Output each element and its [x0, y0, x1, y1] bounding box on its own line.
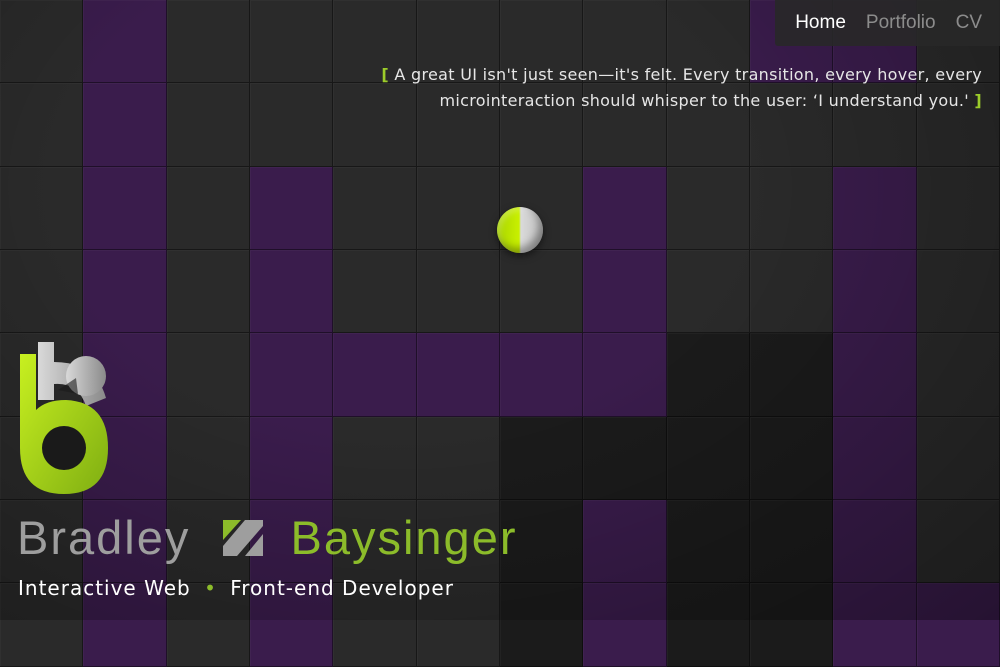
- grid-tile: [916, 499, 1000, 584]
- slash-divider-icon: [223, 520, 264, 556]
- tagline-part1: Interactive Web: [18, 576, 191, 600]
- grid-tile: [0, 166, 84, 250]
- bouncing-ball-icon[interactable]: [497, 207, 543, 253]
- grid-tile: [0, 83, 84, 167]
- grid-tile: [749, 583, 834, 667]
- bb-monogram-icon: [20, 342, 108, 494]
- nav-home-link[interactable]: Home: [795, 12, 846, 34]
- grid-tile: [666, 416, 750, 500]
- grid-tile: [583, 416, 667, 500]
- nav-portfolio-link[interactable]: Portfolio: [866, 12, 936, 34]
- tagline-separator: •: [204, 576, 217, 600]
- grid-tile: [916, 583, 1000, 667]
- grid-tile: [833, 333, 917, 417]
- quote-text: A great UI isn't just seen—it's felt. Ev…: [394, 65, 982, 110]
- quote-close-bracket: ]: [974, 91, 982, 110]
- grid-tile: [166, 83, 250, 167]
- grid-tile: [583, 499, 667, 584]
- grid-tile: [666, 333, 750, 417]
- grid-tile: [83, 0, 167, 84]
- grid-tile: [583, 583, 667, 667]
- grid-tile: [583, 249, 667, 334]
- grid-tile: [833, 249, 917, 334]
- grid-tile: [666, 166, 750, 250]
- grid-tile: [166, 333, 250, 417]
- grid-tile: [249, 83, 334, 167]
- grid-tile: [249, 249, 334, 334]
- tagline-part2: Front-end Developer: [230, 576, 454, 600]
- grid-tile: [666, 249, 750, 334]
- grid-tile: [333, 333, 417, 417]
- grid-tile: [249, 0, 334, 84]
- hero-quote: [ A great UI isn't just seen—it's felt. …: [342, 62, 982, 114]
- grid-tile: [166, 166, 250, 250]
- grid-tile: [333, 416, 417, 500]
- grid-tile: [499, 333, 584, 417]
- grid-tile: [416, 416, 500, 500]
- grid-tile: [249, 166, 334, 250]
- grid-tile: [833, 583, 917, 667]
- grid-tile: [166, 0, 250, 84]
- quote-open-bracket: [: [381, 65, 389, 84]
- grid-tile: [833, 166, 917, 250]
- grid-tile: [916, 333, 1000, 417]
- grid-tile: [83, 166, 167, 250]
- grid-tile: [583, 166, 667, 250]
- grid-tile: [916, 416, 1000, 500]
- grid-tile: [416, 166, 500, 250]
- grid-tile: [833, 499, 917, 584]
- brand-tagline: Interactive Web • Front-end Developer: [18, 576, 454, 600]
- brand-name: Bradley Baysinger: [17, 508, 517, 568]
- grid-tile: [166, 249, 250, 334]
- brand-last-name: Baysinger: [290, 511, 518, 564]
- grid-tile: [749, 333, 834, 417]
- grid-tile: [499, 416, 584, 500]
- grid-tile: [499, 249, 584, 334]
- grid-tile: [666, 499, 750, 584]
- grid-tile: [833, 416, 917, 500]
- grid-tile: [499, 583, 584, 667]
- grid-tile: [249, 416, 334, 500]
- grid-tile: [166, 416, 250, 500]
- brand-first-name: Bradley: [17, 511, 191, 564]
- grid-tile: [749, 166, 834, 250]
- grid-tile: [333, 249, 417, 334]
- grid-tile: [749, 416, 834, 500]
- grid-tile: [583, 333, 667, 417]
- grid-tile: [416, 249, 500, 334]
- top-nav: Home Portfolio CV: [775, 0, 1000, 46]
- grid-tile: [0, 0, 84, 84]
- grid-tile: [333, 166, 417, 250]
- grid-tile: [666, 583, 750, 667]
- grid-tile: [749, 499, 834, 584]
- grid-tile: [249, 333, 334, 417]
- grid-tile: [83, 83, 167, 167]
- grid-tile: [916, 166, 1000, 250]
- nav-cv-link[interactable]: CV: [956, 12, 982, 34]
- grid-tile: [416, 333, 500, 417]
- grid-tile: [83, 249, 167, 334]
- grid-tile: [749, 249, 834, 334]
- grid-tile: [0, 249, 84, 334]
- grid-tile: [916, 249, 1000, 334]
